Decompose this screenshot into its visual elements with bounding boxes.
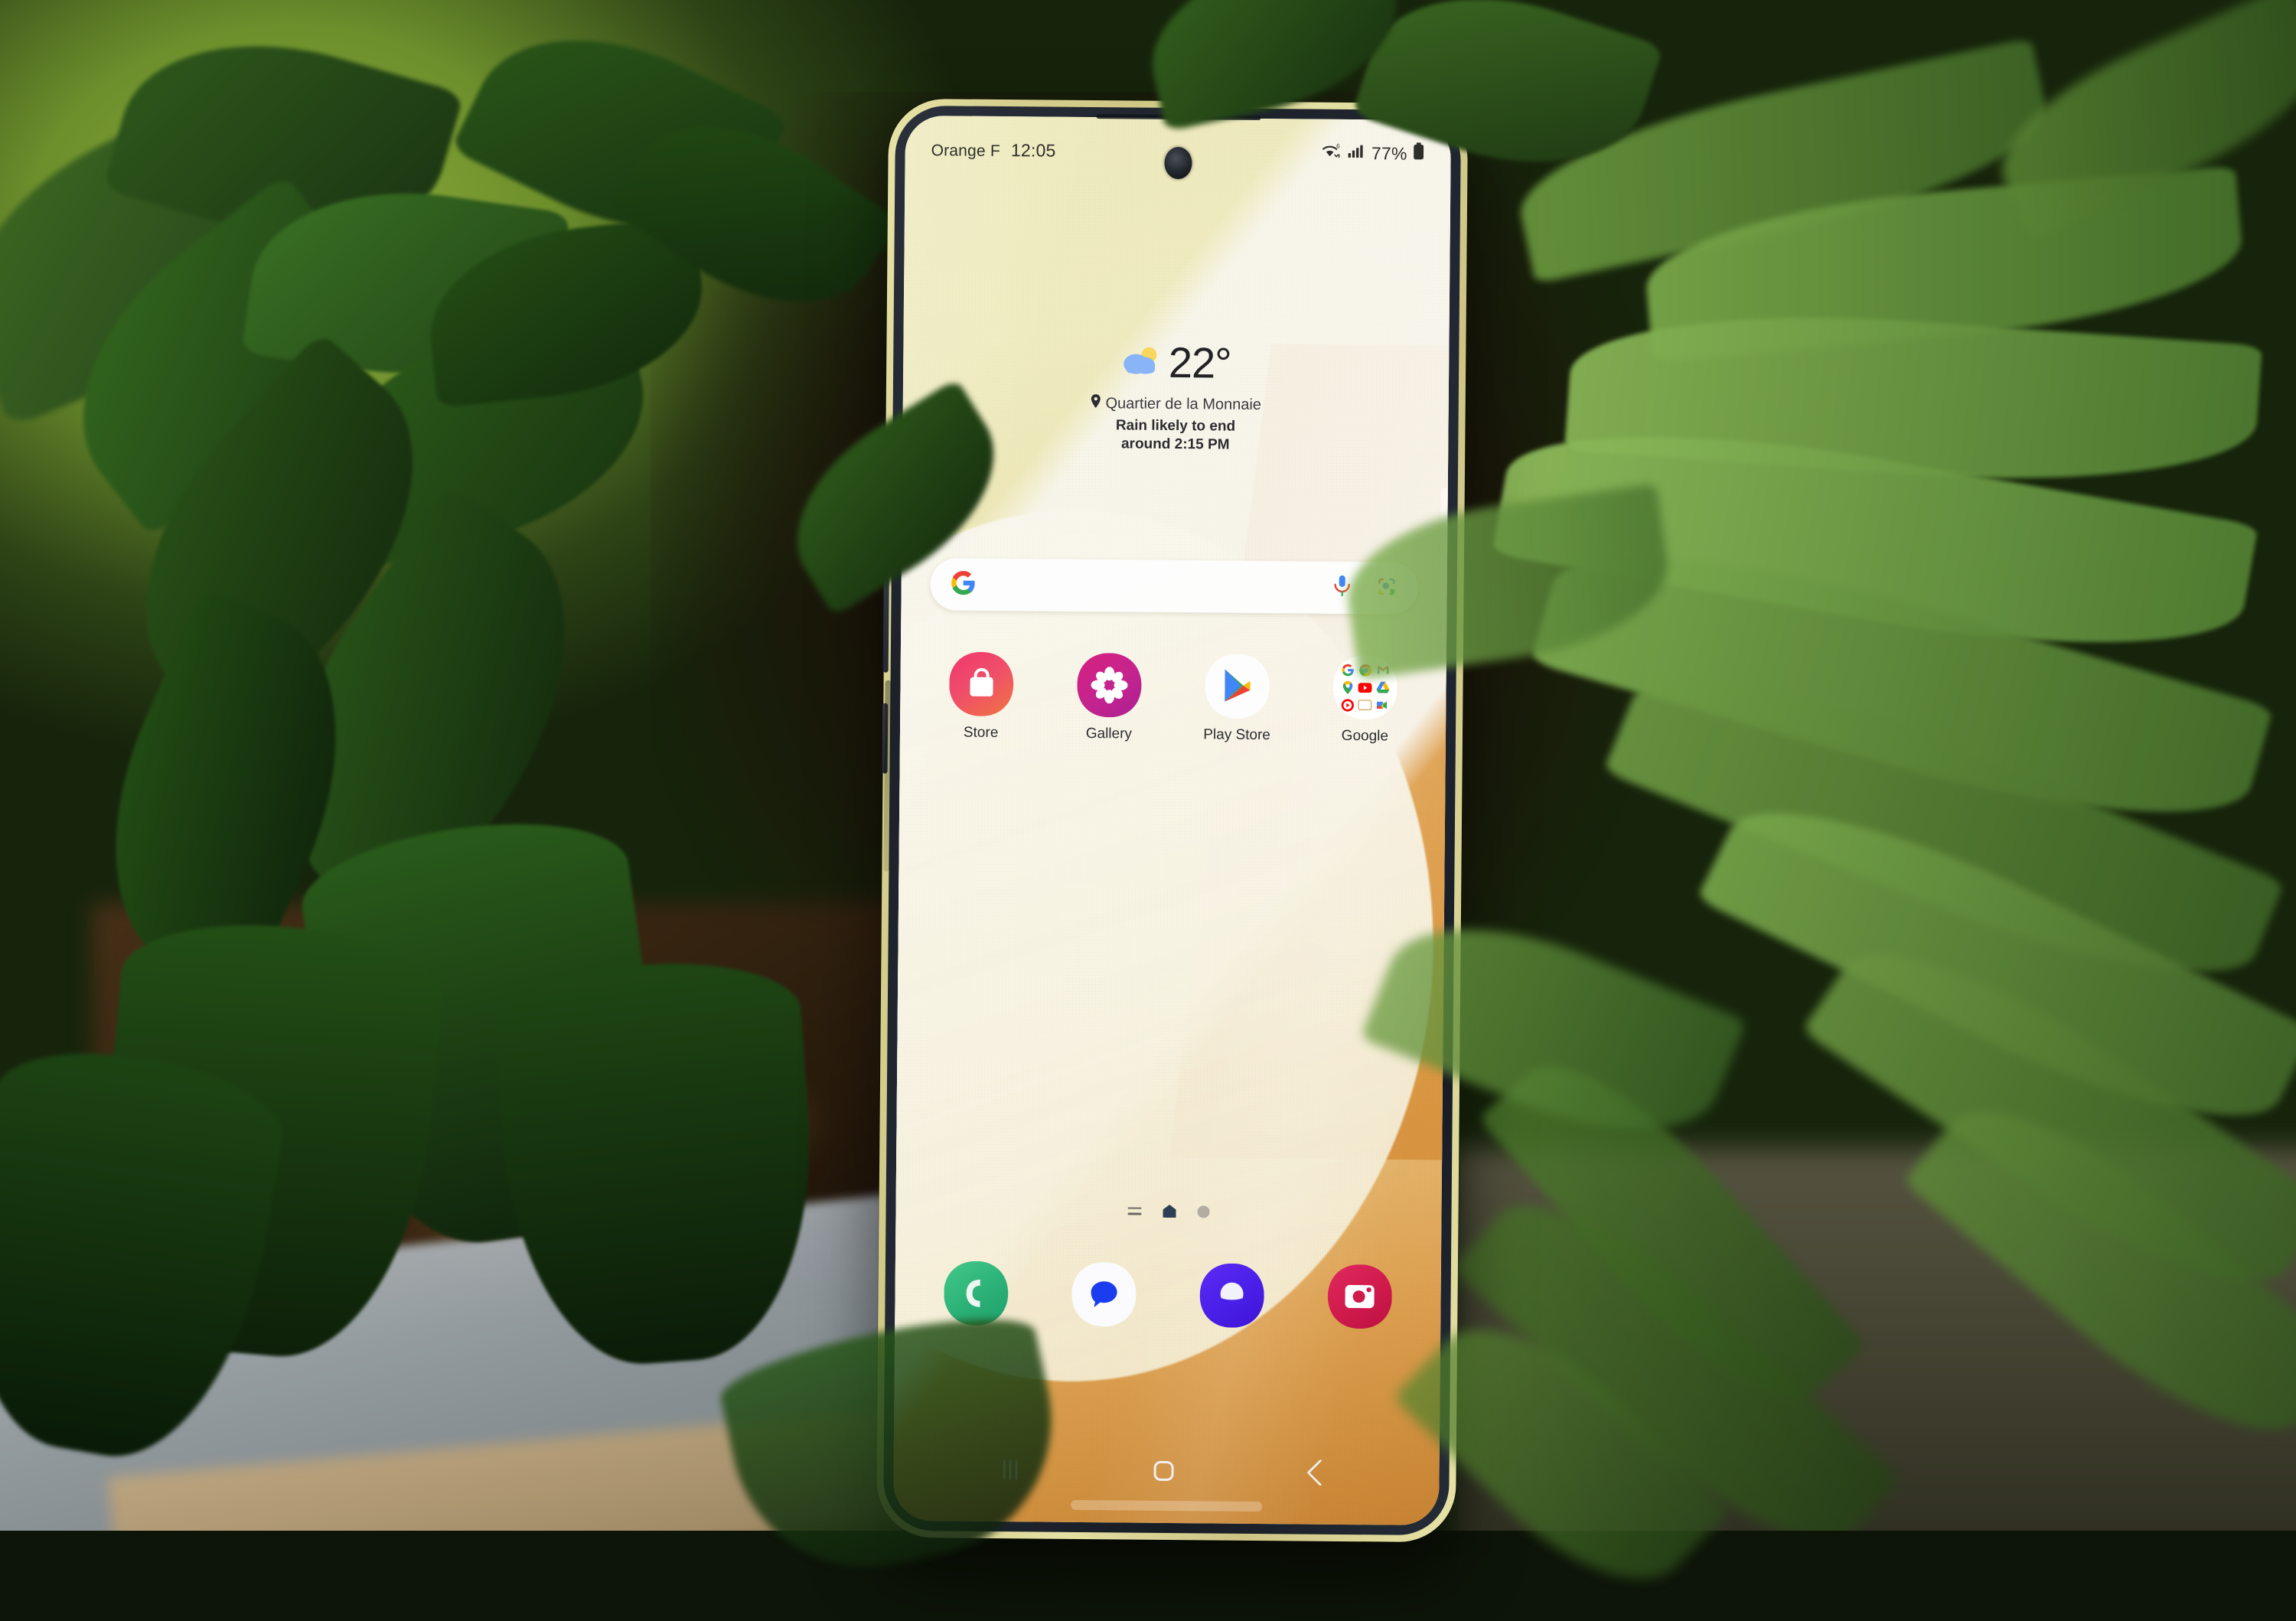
temperature-label: 22°: [1168, 338, 1231, 387]
google-g-icon: [951, 569, 977, 599]
dock: [912, 1261, 1424, 1329]
page-dot-icon[interactable]: [1197, 1205, 1210, 1218]
gesture-handle[interactable]: [1070, 1499, 1262, 1512]
play-store-icon[interactable]: [1205, 654, 1270, 719]
app-label: Google: [1341, 727, 1389, 745]
google-lens-icon[interactable]: [1375, 575, 1398, 602]
edge-panel-handle[interactable]: [1440, 488, 1448, 620]
navigation-bar: [893, 1444, 1440, 1498]
volume-button[interactable]: [882, 557, 889, 673]
weather-description-line2: around 2:15 PM: [1120, 435, 1230, 453]
internet-icon[interactable]: [1199, 1263, 1264, 1328]
recents-icon[interactable]: [1003, 1460, 1018, 1480]
wifi-6-icon: 6: [1322, 142, 1342, 164]
drive-icon: [1375, 680, 1390, 695]
google-tv-icon: [1358, 698, 1372, 713]
app-label: Store: [963, 724, 999, 742]
weather-location-label: Quartier de la Monnaie: [1105, 394, 1262, 413]
app-folder-google[interactable]: Google: [1315, 655, 1415, 745]
partly-cloudy-icon: [1121, 344, 1163, 381]
svg-text:6: 6: [1337, 142, 1341, 149]
home-button-icon[interactable]: [1153, 1460, 1175, 1482]
microphone-icon[interactable]: [1332, 573, 1352, 602]
chrome-icon: [1358, 663, 1373, 677]
google-folder-icon[interactable]: [1333, 655, 1398, 720]
gmail-icon: [1376, 663, 1391, 677]
smartphone-device: Orange F 12:05 6 77% 22° Quartier de la …: [876, 98, 1469, 1543]
weather-description-line1: Rain likely to end: [1115, 417, 1236, 435]
messages-icon[interactable]: [1071, 1262, 1137, 1327]
camera-icon[interactable]: [1328, 1264, 1393, 1329]
app-grid: Store Gallery Play Store Google: [917, 651, 1430, 745]
youtube-icon: [1358, 680, 1372, 695]
signal-bars-icon: [1348, 143, 1365, 163]
phone-screen[interactable]: Orange F 12:05 6 77% 22° Quartier de la …: [893, 115, 1451, 1526]
app-store[interactable]: Store: [931, 651, 1032, 742]
gallery-icon[interactable]: [1077, 653, 1142, 718]
home-page-icon[interactable]: [1163, 1205, 1176, 1218]
meet-icon: [1375, 698, 1390, 713]
front-camera-punch-hole: [1163, 146, 1192, 180]
phone-icon[interactable]: [944, 1261, 1009, 1326]
carrier-label: Orange F: [931, 141, 1001, 160]
app-list-lines-icon[interactable]: [1127, 1207, 1142, 1215]
maps-icon: [1340, 680, 1355, 694]
youtube-music-icon: [1340, 697, 1355, 712]
app-label: Play Store: [1203, 726, 1271, 744]
weather-widget[interactable]: 22° Quartier de la Monnaie Rain likely t…: [902, 338, 1449, 457]
back-button-icon[interactable]: [1306, 1459, 1334, 1486]
battery-icon: [1412, 142, 1424, 165]
galaxy-store-icon[interactable]: [949, 651, 1014, 716]
app-gallery[interactable]: Gallery: [1059, 653, 1159, 743]
battery-percent-label: 77%: [1371, 142, 1407, 164]
clock-label: 12:05: [1010, 139, 1056, 161]
app-play-store[interactable]: Play Store: [1187, 654, 1287, 744]
location-pin-icon: [1090, 394, 1101, 413]
app-label: Gallery: [1085, 726, 1133, 742]
google-search-bar[interactable]: [930, 558, 1418, 615]
google-icon: [1341, 662, 1355, 677]
